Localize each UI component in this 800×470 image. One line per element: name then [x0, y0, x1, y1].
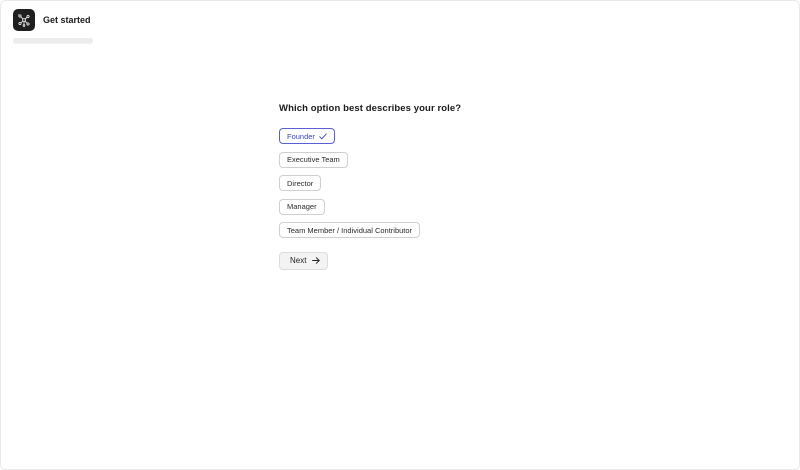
app-window: Get started Which option best describes … — [0, 0, 800, 470]
option-label: Director — [287, 178, 314, 188]
next-button[interactable]: Next — [279, 251, 329, 270]
option-founder[interactable]: Founder — [279, 128, 335, 144]
role-options: Founder Executive Team Director Manager … — [279, 128, 461, 246]
check-icon — [319, 132, 327, 140]
option-label: Team Member / Individual Contributor — [287, 225, 413, 235]
option-label: Executive Team — [287, 155, 340, 164]
option-executive-team[interactable]: Executive Team — [279, 151, 348, 168]
option-team-member[interactable]: Team Member / Individual Contributor — [279, 222, 421, 238]
page-title: Get started — [43, 15, 91, 25]
option-director[interactable]: Director — [279, 175, 322, 191]
progress-bar — [13, 38, 93, 43]
header: Get started — [13, 9, 91, 31]
option-label: Founder — [287, 131, 315, 141]
node-graph-icon — [13, 9, 35, 31]
option-manager[interactable]: Manager — [279, 198, 325, 215]
role-question-panel: Which option best describes your role? F… — [279, 103, 461, 270]
option-label: Manager — [287, 202, 317, 211]
arrow-right-icon — [312, 257, 321, 264]
question-heading: Which option best describes your role? — [279, 103, 462, 114]
next-button-label: Next — [290, 256, 307, 265]
